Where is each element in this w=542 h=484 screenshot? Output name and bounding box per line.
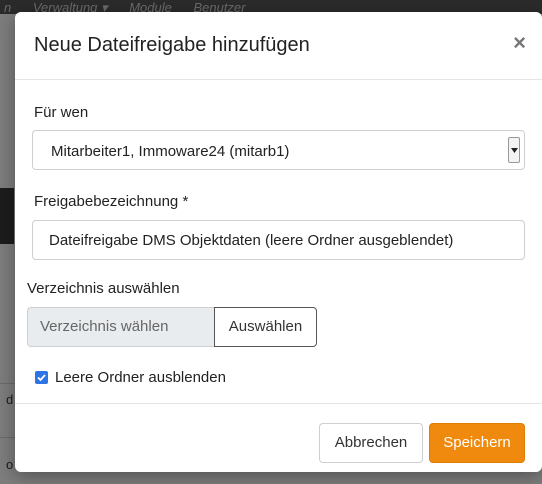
hide-empty-folders-label[interactable]: Leere Ordner ausblenden <box>55 369 226 386</box>
dialog-header: Neue Dateifreigabe hinzufügen × <box>15 12 542 80</box>
close-icon[interactable]: × <box>513 32 526 54</box>
directory-picker: Verzeichnis wählen Auswählen <box>27 307 317 347</box>
choose-directory-button[interactable]: Auswählen <box>214 307 317 347</box>
directory-field[interactable]: Verzeichnis wählen <box>27 307 214 347</box>
for-whom-select[interactable]: Mitarbeiter1, Immoware24 (mitarb1) <box>32 130 525 170</box>
share-name-value: Dateifreigabe DMS Objektdaten (leere Ord… <box>49 232 454 249</box>
share-name-label: Freigabebezeichnung * <box>34 193 189 210</box>
dialog-title: Neue Dateifreigabe hinzufügen <box>34 34 310 56</box>
cancel-button[interactable]: Abbrechen <box>319 423 423 463</box>
for-whom-label: Für wen <box>34 104 89 121</box>
hide-empty-folders-checkbox[interactable] <box>35 371 48 384</box>
background-dark-block <box>0 188 14 244</box>
save-button[interactable]: Speichern <box>429 423 525 463</box>
directory-label: Verzeichnis auswählen <box>27 280 180 297</box>
footer-divider <box>15 403 542 404</box>
background-text-fragment: o <box>6 457 14 472</box>
for-whom-selected-value: Mitarbeiter1, Immoware24 (mitarb1) <box>51 143 290 160</box>
chevron-down-icon[interactable] <box>508 137 520 163</box>
add-file-share-dialog: Neue Dateifreigabe hinzufügen × Für wen … <box>15 12 542 472</box>
share-name-input[interactable]: Dateifreigabe DMS Objektdaten (leere Ord… <box>32 220 525 260</box>
background-text-fragment: d <box>6 392 14 407</box>
bg-nav-item: n <box>4 0 12 14</box>
